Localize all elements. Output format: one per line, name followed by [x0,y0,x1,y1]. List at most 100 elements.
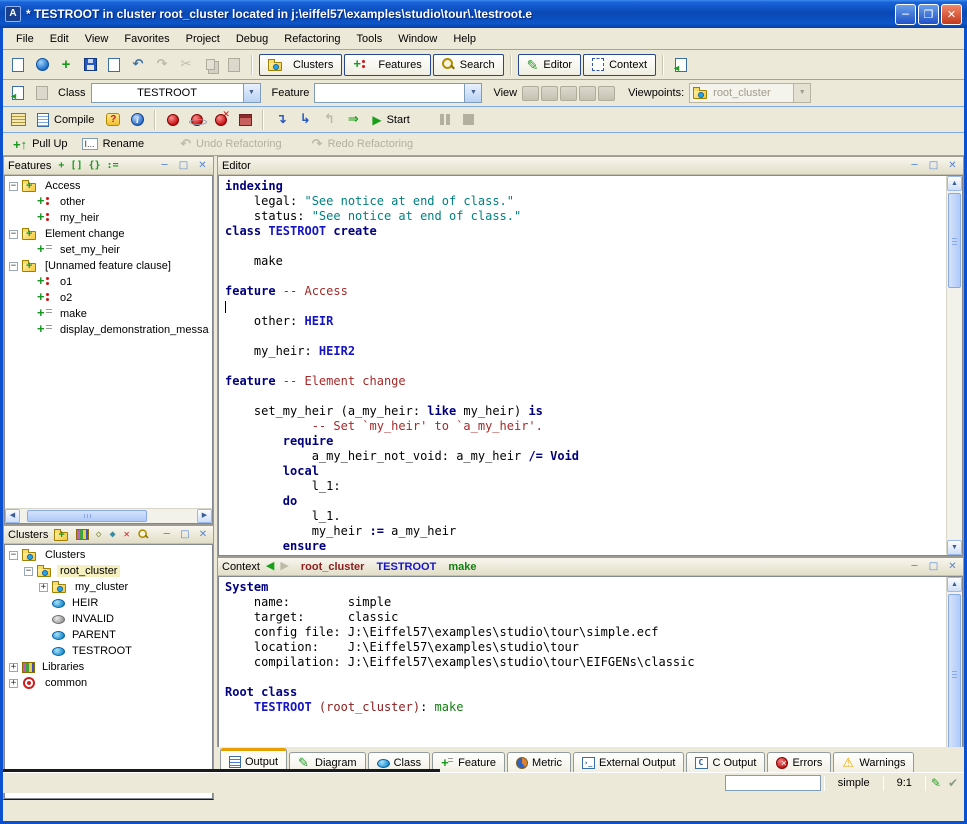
menu-item-window[interactable]: Window [391,31,444,47]
editor-tool-button[interactable]: ✎ Editor [518,54,581,76]
scroll-up-icon[interactable]: ▲ [947,176,962,191]
features-tree[interactable]: −Accessothermy_heir−Element changeset_my… [5,176,212,508]
feature-combobox[interactable]: ▼ [314,83,482,103]
minimize-button[interactable]: ─ [895,4,916,25]
scroll-up-icon[interactable]: ▲ [947,577,962,592]
menu-item-project[interactable]: Project [179,31,227,47]
expander-icon[interactable]: − [9,262,18,271]
status-search-input[interactable] [725,775,821,791]
undo-icon[interactable]: ↶ [127,54,149,76]
panel-minimize-icon[interactable]: ─ [158,159,171,173]
project-info-icon[interactable]: i [126,109,148,131]
tree-item-clusters[interactable]: −Clusters [5,547,212,563]
scrollbar-thumb[interactable] [948,594,961,754]
finalize-icon[interactable] [210,109,232,131]
search-tool-button[interactable]: Search [433,54,504,76]
scroll-left-icon[interactable]: ◀ [5,509,20,523]
maximize-button[interactable]: ❐ [918,4,939,25]
breadcrumb-make[interactable]: make [448,561,476,573]
tree-item-unnamed-feature-clause[interactable]: −[Unnamed feature clause] [5,258,212,274]
feature-view-tool-icon[interactable]: + [57,160,65,172]
tab-errors[interactable]: Errors [767,752,831,772]
feature-view-tool-icon[interactable]: [] [69,160,83,172]
tab-external-output[interactable]: External Output [573,752,684,772]
precompile-icon[interactable]: ? [102,109,124,131]
context-output-area[interactable]: System name: simple target: classic conf… [219,577,946,773]
step-over-icon[interactable]: ↴ [270,109,292,131]
tree-item-other[interactable]: other [5,194,212,210]
tree-item-display-demonstration-messa[interactable]: display_demonstration_messa [5,322,212,338]
pull-up-button[interactable]: +↑ Pull Up [7,133,74,155]
expander-icon[interactable]: − [9,551,18,560]
expander-icon[interactable]: − [9,182,18,191]
tab-warnings[interactable]: Warnings [833,752,914,772]
history-back-icon[interactable]: ◀ [266,561,274,572]
panel-close-icon[interactable]: ✕ [946,159,959,173]
features-panel-header[interactable]: Features +[]{}:= ─ □ ✕ [4,157,213,175]
remove-icon[interactable]: ✕ [123,529,131,541]
tree-item-testroot[interactable]: TESTROOT [5,643,212,659]
breadcrumb-testroot[interactable]: TESTROOT [376,561,436,573]
panel-close-icon[interactable]: ✕ [197,528,209,542]
panel-minimize-icon[interactable]: ─ [161,528,173,542]
search-icon[interactable] [138,529,148,539]
tree-item-common[interactable]: +common [5,675,212,691]
class-combobox[interactable]: TESTROOT ▼ [91,83,261,103]
features-tool-button[interactable]: Features [344,54,430,76]
tree-item-element-change[interactable]: −Element change [5,226,212,242]
history-back-icon[interactable] [7,82,29,104]
editor-vertical-scrollbar[interactable]: ▲ ▼ [946,176,962,555]
editor-code-area[interactable]: indexing legal: "See notice at end of cl… [219,176,946,555]
close-button[interactable]: ✕ [941,4,962,25]
tree-item-libraries[interactable]: +Libraries [5,659,212,675]
expander-icon[interactable]: − [24,567,33,576]
clusters-panel-header[interactable]: Clusters ◇ ◆ ✕ ─ □ ✕ [4,526,213,544]
tree-item-heir[interactable]: HEIR [5,595,212,611]
feature-view-tool-icon[interactable]: := [106,160,120,172]
menu-item-view[interactable]: View [78,31,116,47]
editor-panel-header[interactable]: Editor ─ □ ✕ [218,157,963,175]
expander-icon[interactable]: + [39,583,48,592]
diamond-icon[interactable]: ◆ [109,529,117,541]
compile-button[interactable]: Compile [31,109,100,131]
scrollbar-thumb[interactable] [948,193,961,288]
scroll-right-icon[interactable]: ▶ [197,509,212,523]
clusters-tool-button[interactable]: Clusters [259,54,342,76]
start-button[interactable]: ▶ Start [366,109,415,131]
menu-item-refactoring[interactable]: Refactoring [277,31,347,47]
menu-item-tools[interactable]: Tools [350,31,390,47]
freeze-icon[interactable] [186,109,208,131]
step-into-icon[interactable]: ↳ [294,109,316,131]
expander-icon[interactable]: + [9,663,18,672]
project-settings-icon[interactable] [7,109,29,131]
tree-item-o2[interactable]: o2 [5,290,212,306]
scroll-down-icon[interactable]: ▼ [947,540,962,555]
tree-item-make[interactable]: make [5,306,212,322]
features-horizontal-scrollbar[interactable]: ◀ ▶ [5,508,212,523]
panel-minimize-icon[interactable]: ─ [908,560,921,574]
breadcrumb[interactable]: root_cluster TESTROOT make [301,561,477,573]
new-window-icon[interactable] [7,54,29,76]
add-cluster-icon[interactable] [54,529,70,541]
expander-icon[interactable]: + [9,679,18,688]
new-class-icon[interactable]: + [55,54,77,76]
panel-minimize-icon[interactable]: ─ [908,159,921,173]
breadcrumb-root-cluster[interactable]: root_cluster [301,561,365,573]
context-tool-button[interactable]: Context [583,54,656,76]
add-library-icon[interactable] [76,529,88,540]
feature-view-tool-icon[interactable]: {} [88,160,102,172]
tree-item-my-cluster[interactable]: +my_cluster [5,579,212,595]
menu-item-help[interactable]: Help [446,31,483,47]
run-no-stop-icon[interactable]: ⇒ [342,109,364,131]
tree-item-root-cluster[interactable]: −root_cluster [5,563,212,579]
panel-maximize-icon[interactable]: □ [177,159,190,173]
tree-item-access[interactable]: −Access [5,178,212,194]
tab-c-output[interactable]: C Output [686,752,765,772]
melt-icon[interactable] [162,109,184,131]
panel-close-icon[interactable]: ✕ [946,560,959,574]
tab-metric[interactable]: Metric [507,752,571,772]
panel-maximize-icon[interactable]: □ [927,159,940,173]
menu-item-favorites[interactable]: Favorites [117,31,176,47]
scrollbar-thumb[interactable] [27,510,147,522]
send-to-external-icon[interactable] [670,54,692,76]
